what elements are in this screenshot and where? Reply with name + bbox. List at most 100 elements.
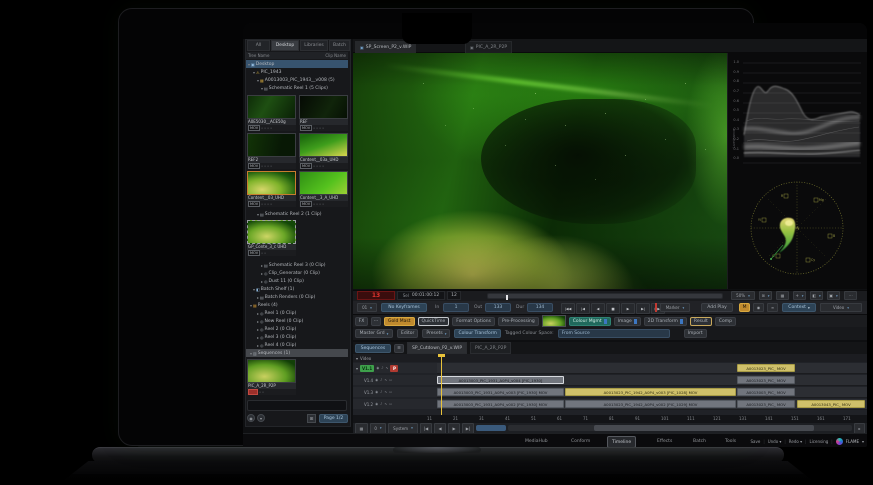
timecode-display[interactable]: Sel 00:01:00:12 bbox=[397, 291, 445, 300]
lock-icon[interactable]: ∿ bbox=[386, 366, 389, 370]
timeline-clip[interactable]: A0013023_PIC_ MOV bbox=[737, 364, 795, 372]
audio-icon[interactable]: ♪ bbox=[381, 366, 383, 370]
timeline-scrollbar[interactable] bbox=[508, 425, 852, 431]
clip-thumbnail-selected[interactable]: Content__03_UHD MOV▫▫▫▫ bbox=[247, 171, 296, 207]
dropdown-icon[interactable]: ▾ bbox=[257, 414, 265, 422]
tab-all[interactable]: All bbox=[247, 40, 270, 51]
tree-item-project[interactable]: ▾ ⚠ PIC_1943 bbox=[246, 68, 348, 76]
tab-conform[interactable]: Conform bbox=[567, 436, 594, 446]
editor-button[interactable]: Editor bbox=[397, 329, 418, 338]
master-grade-dropdown[interactable]: Master Grd▾ bbox=[355, 329, 393, 338]
context-dropdown[interactable]: Context▾ bbox=[782, 303, 816, 312]
current-frame-display[interactable]: 13 bbox=[357, 291, 395, 300]
viewer-tab-inactive[interactable]: ▣ PIC_A_2R_P2P bbox=[465, 41, 512, 53]
tree-item-reel-2[interactable]: ▸◎Reel 2 (0 Clip) bbox=[246, 325, 348, 333]
viewer-canvas[interactable] bbox=[353, 53, 727, 289]
slot-checkbox[interactable]: ▫ bbox=[389, 390, 391, 394]
sequence-list-icon[interactable]: ≡ bbox=[394, 344, 404, 353]
step-back-button[interactable]: ◀ bbox=[434, 423, 446, 434]
format-options-button[interactable]: Format Options bbox=[452, 317, 495, 326]
comp-view-button[interactable]: Comp bbox=[715, 317, 736, 326]
grid-snap-icon[interactable]: ▦ bbox=[355, 423, 368, 434]
audio-icon[interactable]: ♪ bbox=[380, 390, 382, 394]
end-frame-display[interactable]: 12 bbox=[447, 291, 461, 300]
thumbnail-image[interactable] bbox=[299, 133, 348, 157]
track-header-v13[interactable]: V1.3 ◉ ♪ ∿ ▫ bbox=[353, 387, 440, 397]
mute-toggle[interactable]: M bbox=[739, 303, 750, 312]
play-reverse-button[interactable]: ◀ bbox=[591, 303, 605, 314]
dur-field[interactable]: 134 bbox=[527, 303, 553, 312]
track-header-v11[interactable]: ▾ V1.1 ◉ ♪ ∿ P bbox=[353, 363, 440, 373]
gold-mast-button[interactable]: Gold Mast bbox=[384, 317, 415, 326]
tree-item-reels[interactable]: ▾▦Reels (4) bbox=[246, 301, 348, 309]
audio-icon[interactable]: ♪ bbox=[380, 378, 382, 382]
solo-button[interactable]: ◉ bbox=[753, 303, 764, 312]
lock-icon[interactable]: ∿ bbox=[384, 378, 387, 382]
timeline-clip[interactable]: A0013003_PIC_ MOV bbox=[737, 388, 795, 396]
timeline-clip[interactable]: A0013003_PIC_1931_A0P4_v003 [PIC_1930] M… bbox=[437, 388, 564, 396]
chevron-down-icon[interactable]: ▾ bbox=[862, 439, 864, 444]
scrollbar-thumb[interactable] bbox=[594, 425, 814, 431]
timeline-tab-active[interactable]: SP_Cutdown_P2_v.WIP bbox=[407, 342, 467, 354]
clip-thumbnail[interactable]: REF2 MOV▫▫▫▫ bbox=[247, 133, 296, 169]
fx-button[interactable]: FX bbox=[355, 317, 368, 326]
thumbnail-image[interactable] bbox=[299, 171, 348, 195]
tab-libraries[interactable]: Libraries bbox=[300, 40, 328, 51]
licensing-button[interactable]: Licensing bbox=[809, 439, 828, 444]
grid-overlay-button[interactable]: ▦ bbox=[776, 291, 789, 300]
tree-item-reel3[interactable]: ▸▤Schematic Reel 3 (0 Clip) bbox=[246, 261, 348, 269]
eye-icon[interactable]: ◉ bbox=[375, 378, 378, 382]
timeline-clip[interactable]: A0013023_PIC_ MOV bbox=[737, 376, 795, 384]
timeline-clip[interactable]: A0013023_PIC_1942_A0P4_v002 [PIC_1029] M… bbox=[565, 400, 736, 408]
marker-button[interactable]: Marker▾ bbox=[660, 303, 690, 312]
colour-mgmt-button[interactable]: Colour Mgmt bbox=[569, 317, 611, 326]
tab-batch[interactable]: Batch bbox=[329, 40, 350, 51]
zero-dropdown[interactable]: 0▾ bbox=[370, 423, 386, 434]
sort-clip-name[interactable]: Clip Name bbox=[325, 53, 346, 58]
thumbnail-image[interactable] bbox=[247, 133, 296, 157]
lock-icon[interactable]: ∿ bbox=[384, 402, 387, 406]
tab-timeline[interactable]: Timeline bbox=[607, 436, 636, 447]
2d-transform-button[interactable]: 2D Transform bbox=[644, 317, 687, 326]
sort-tree-name[interactable]: Tree Name bbox=[248, 53, 269, 58]
stop-button[interactable]: ■ bbox=[606, 303, 620, 314]
tree-item-batch-renders[interactable]: ▸▤Batch Renders (0 Clip) bbox=[246, 293, 348, 301]
step-forward-button[interactable]: ▶ bbox=[448, 423, 460, 434]
in-field[interactable]: 1 bbox=[443, 303, 469, 312]
track-header-v12[interactable]: V1.2 ◉ ♪ ∿ ▫ bbox=[353, 399, 440, 409]
position-handle[interactable] bbox=[506, 295, 508, 300]
image-fx-button[interactable]: Image bbox=[614, 317, 641, 326]
tree-item-reel-3[interactable]: ▸◎Reel 3 (0 Clip) bbox=[246, 333, 348, 341]
thumbnail-image[interactable] bbox=[247, 220, 296, 244]
expander-icon[interactable]: ▾ bbox=[261, 86, 263, 91]
next-cut-button[interactable]: ▶| bbox=[462, 423, 474, 434]
prev-cut-button[interactable]: |◀ bbox=[420, 423, 432, 434]
more-options-button[interactable]: ⋯ bbox=[844, 291, 857, 300]
track-lane-v14[interactable]: A0013003_PIC_1931_A0P4_v004 [PIC_1930] A… bbox=[437, 375, 867, 386]
split-view-button[interactable]: ◧▾ bbox=[810, 291, 823, 300]
user-icon[interactable]: ◉ bbox=[247, 414, 255, 422]
search-input[interactable] bbox=[247, 400, 347, 411]
scroll-right-arrow[interactable]: ▸ bbox=[854, 423, 865, 434]
p-button[interactable]: P bbox=[390, 365, 398, 372]
tree-item-new-reel[interactable]: ▸◎New Reel (0 Clip) bbox=[246, 317, 348, 325]
tree-item-reel2[interactable]: ▾ ▤ Schematic Reel 2 (1 Clip) bbox=[246, 210, 348, 218]
tab-mediahub[interactable]: MediaHub bbox=[521, 436, 552, 446]
eye-icon[interactable]: ◉ bbox=[375, 390, 378, 394]
tree-item-reel-1[interactable]: ▸◎Reel 1 (0 Clip) bbox=[246, 309, 348, 317]
eye-icon[interactable]: ◉ bbox=[376, 366, 379, 370]
eye-icon[interactable]: ◉ bbox=[375, 402, 378, 406]
undo-button[interactable]: Undo ▾ bbox=[768, 439, 782, 444]
next-frame-button[interactable]: ▶| bbox=[636, 303, 650, 314]
tree-item-clip-generator[interactable]: ▸◎Clip_Generator (0 Clip) bbox=[246, 269, 348, 277]
slot-checkbox[interactable]: ▫ bbox=[389, 378, 391, 382]
expander-icon[interactable]: ▾ bbox=[253, 70, 255, 75]
go-to-start-button[interactable]: |◀◀ bbox=[561, 303, 575, 314]
fx-preview-thumbnail[interactable] bbox=[542, 315, 566, 327]
thumbnail-image[interactable] bbox=[247, 171, 296, 195]
primary-track-badge[interactable]: V1.1 bbox=[360, 365, 374, 372]
loop-button[interactable]: ∞ bbox=[767, 303, 778, 312]
redo-button[interactable]: Redo ▾ bbox=[789, 439, 802, 444]
clip-thumbnail[interactable]: A0E5030__ACE50g MOV▫▫▫▫ bbox=[247, 95, 296, 131]
keyframes-button[interactable]: No Keyframes bbox=[381, 303, 427, 312]
